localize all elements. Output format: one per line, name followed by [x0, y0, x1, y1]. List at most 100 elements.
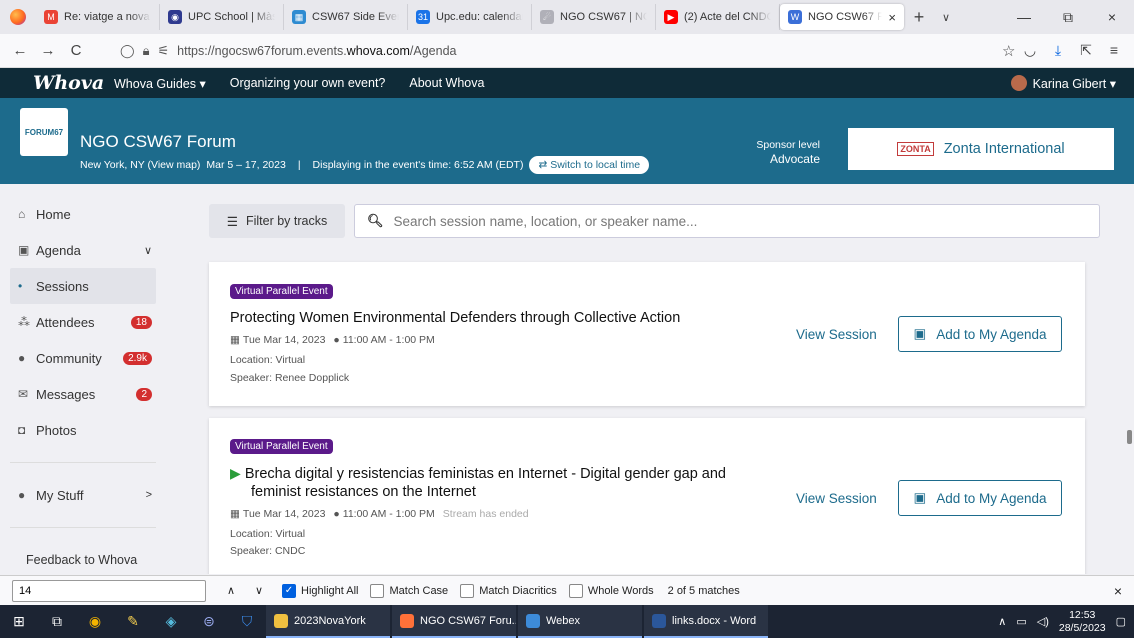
new-tab-button[interactable]: + — [904, 7, 934, 28]
find-next-button[interactable]: ∨ — [248, 584, 270, 597]
session-search-input[interactable]: 🔍︎ Search session name, location, or spe… — [354, 204, 1100, 238]
tray-chevron-icon[interactable]: ∧ — [998, 615, 1006, 628]
sidebar-item-home[interactable]: ⌂ Home — [0, 196, 166, 232]
menu-icon[interactable]: ≡ — [1100, 42, 1128, 59]
reload-button[interactable]: C — [62, 42, 90, 59]
session-tag: Virtual Parallel Event — [230, 439, 333, 454]
network-icon[interactable]: ▭ — [1016, 615, 1026, 628]
about-whova-link[interactable]: About Whova — [409, 76, 500, 90]
session-title[interactable]: Protecting Women Environmental Defenders… — [230, 309, 680, 327]
tab-list-dropdown-button[interactable]: ∨ — [934, 11, 958, 24]
feedback-link[interactable]: Feedback to Whova — [0, 542, 166, 578]
url-bar[interactable]: ◯ 🔒︎ ⚟ https://ngocsw67forum.events.whov… — [112, 38, 802, 64]
back-button[interactable]: ← — [6, 42, 34, 59]
sidebar-item-messages[interactable]: ✉ Messages 2 — [0, 376, 166, 412]
sidebar-item-my-stuff[interactable]: ● My Stuff > — [0, 477, 166, 513]
tab-title: UPC School | Màst — [188, 11, 275, 23]
sidebar-item-sessions[interactable]: • Sessions — [10, 268, 156, 304]
close-find-bar-button[interactable]: × — [1114, 583, 1122, 599]
volume-icon[interactable]: ◁) — [1037, 615, 1049, 628]
permissions-icon[interactable]: ⚟ — [157, 43, 169, 59]
browser-tab[interactable]: ▶ (2) Acte del CNDC — [656, 4, 780, 30]
event-location[interactable]: New York, NY (View map) — [80, 159, 200, 171]
tab-title: NGO CSW67 | NG — [560, 11, 647, 23]
sidebar-item-attendees[interactable]: ⁂ Attendees 18 — [0, 304, 166, 340]
match-case-checkbox[interactable]: Match Case — [370, 583, 449, 598]
session-card[interactable]: Virtual Parallel Event ▶︎ Brecha digital… — [209, 418, 1085, 574]
close-window-button[interactable]: × — [1090, 9, 1134, 26]
whova-logo[interactable]: Whova — [0, 72, 110, 94]
firefox-icon[interactable] — [0, 9, 36, 25]
browser-tab[interactable]: M Re: viatge a nova y — [36, 4, 160, 30]
taskbar-item[interactable]: NGO CSW67 Foru... — [392, 605, 516, 638]
close-tab-button[interactable]: × — [888, 10, 896, 25]
add-to-agenda-button[interactable]: ▣ Add to My Agenda — [898, 480, 1062, 516]
add-to-agenda-button[interactable]: ▣ Add to My Agenda — [898, 316, 1062, 352]
browser-tab[interactable]: ☄ NGO CSW67 | NG — [532, 4, 656, 30]
calendar-icon: ▣ — [18, 243, 30, 257]
switch-local-time-button[interactable]: ⇄ Switch to local time — [529, 156, 650, 174]
organize-event-link[interactable]: Organizing your own event? — [230, 76, 402, 90]
sponsor-banner[interactable]: ZONTA Zonta International — [848, 128, 1114, 170]
scrollbar-thumb[interactable] — [1127, 430, 1132, 444]
find-previous-button[interactable]: ∧ — [220, 584, 242, 597]
pencil-app-icon[interactable]: ✎ — [114, 613, 152, 630]
event-title: NGO CSW67 Forum — [80, 132, 236, 151]
windows-start-icon[interactable]: ⊞ — [0, 613, 38, 630]
chrome-icon[interactable]: ◉ — [76, 613, 114, 630]
tab-title: Re: viatge a nova y — [64, 11, 151, 23]
filter-label: Filter by tracks — [245, 214, 328, 228]
forward-button[interactable]: → — [34, 42, 62, 59]
whole-words-checkbox[interactable]: Whole Words — [568, 583, 654, 598]
highlight-all-checkbox[interactable]: ✓ Highlight All — [282, 583, 358, 598]
paint-icon[interactable]: ◈ — [152, 613, 190, 630]
session-card[interactable]: Virtual Parallel Event Protecting Women … — [209, 262, 1085, 406]
taskbar-item[interactable]: Webex — [518, 605, 642, 638]
download-icon[interactable]: ⤓ — [1044, 42, 1072, 59]
bookmark-star-icon[interactable]: ☆ — [1002, 42, 1015, 60]
whova-guides-link[interactable]: Whova Guides ▾ — [114, 76, 222, 91]
tab-favicon-icon: ◉ — [168, 10, 182, 24]
calendar-plus-icon: ▣ — [913, 490, 927, 505]
clock[interactable]: 12:53 28/5/2023 — [1059, 609, 1106, 635]
camera-icon: ◘ — [18, 423, 26, 437]
task-view-icon[interactable]: ⧉ — [38, 613, 76, 630]
whova-top-bar: Whova Whova Guides ▾ Organizing your own… — [0, 68, 1134, 98]
restore-button[interactable]: ⧉ — [1046, 9, 1090, 26]
lock-icon[interactable]: 🔒︎ — [143, 43, 150, 59]
url-text[interactable]: https://ngocsw67forum.events.whova.com/A… — [177, 44, 456, 58]
session-title[interactable]: ▶︎ Brecha digital y resistencias feminis… — [230, 464, 726, 501]
sponsor-level-value: Advocate — [769, 152, 820, 166]
taskbar-item[interactable]: 2023NovaYork — [266, 605, 390, 638]
notifications-icon[interactable]: ▢ — [1116, 615, 1126, 628]
event-logo[interactable]: FORUM67 — [20, 108, 68, 156]
shield-icon[interactable]: ◯ — [120, 43, 135, 59]
taskbar-item[interactable]: links.docx - Word — [644, 605, 768, 638]
sidebar-item-photos[interactable]: ◘ Photos — [0, 412, 166, 448]
find-input[interactable] — [12, 579, 206, 602]
session-date: Tue Mar 14, 2023 — [242, 508, 326, 520]
toolbar-right: ◡ ⤓ ⇱ ≡ — [1016, 42, 1134, 59]
filter-by-tracks-button[interactable]: ☰ Filter by tracks — [209, 204, 345, 238]
view-session-button[interactable]: View Session — [796, 327, 877, 342]
view-session-button[interactable]: View Session — [796, 491, 877, 506]
minimize-button[interactable]: — — [1002, 9, 1046, 26]
app-icon[interactable]: ⊜ — [190, 613, 228, 630]
browser-tab[interactable]: ▦ CSW67 Side Event — [284, 4, 408, 30]
session-meta: ▦ Tue Mar 14, 2023 ● 11:00 AM - 1:00 PM — [230, 334, 435, 346]
user-menu[interactable]: Karina Gibert ▾ — [1010, 75, 1134, 91]
sidebar-item-agenda[interactable]: ▣ Agenda ∨ — [0, 232, 166, 268]
option-label: Match Case — [389, 584, 449, 597]
scrollbar[interactable] — [1124, 258, 1134, 574]
shield-app-icon[interactable]: ⛉ — [228, 613, 266, 630]
extensions-icon[interactable]: ⇱ — [1072, 42, 1100, 59]
browser-tab[interactable]: 31 Upc.edu: calendar — [408, 4, 532, 30]
add-label: Add to My Agenda — [936, 490, 1047, 506]
sliders-icon: ☰ — [226, 214, 238, 229]
pocket-icon[interactable]: ◡ — [1016, 42, 1044, 59]
browser-tab[interactable]: W NGO CSW67 Fo × — [780, 4, 904, 30]
browser-tab[interactable]: ◉ UPC School | Màst — [160, 4, 284, 30]
sidebar-item-label: Home — [36, 206, 71, 222]
match-diacritics-checkbox[interactable]: Match Diacritics — [460, 583, 557, 598]
sidebar-item-community[interactable]: ● Community 2.9k — [0, 340, 166, 376]
